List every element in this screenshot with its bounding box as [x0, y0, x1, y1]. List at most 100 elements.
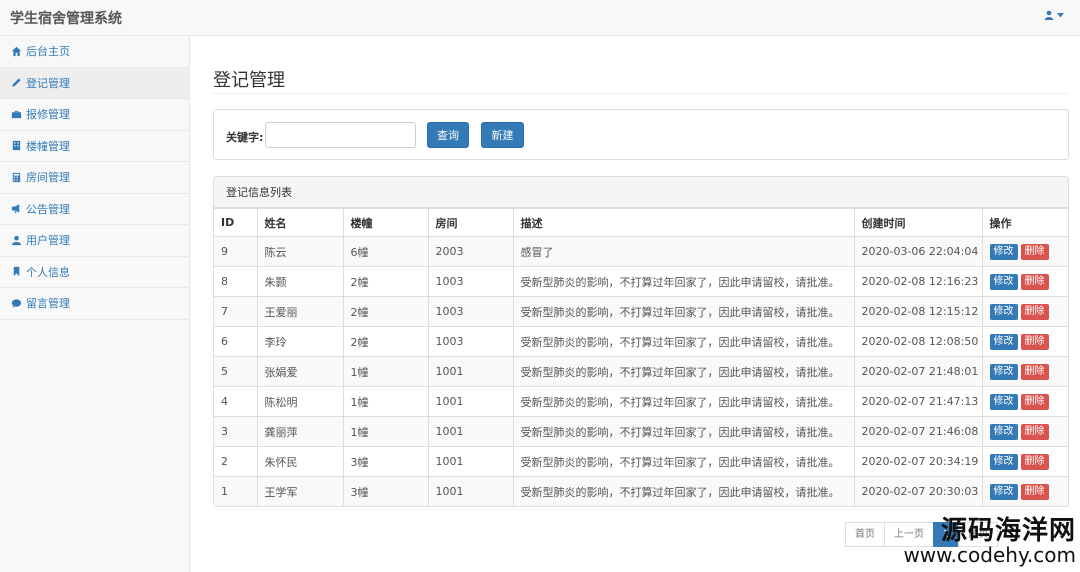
cell-id: 4: [214, 386, 258, 417]
sidebar: 后台主页 登记管理 报修管理楼幢管理房间管理公告管理用户管理个人信息留言管理: [0, 36, 190, 572]
table-row: 4 陈松明 1幢 1001 受新型肺炎的影响，不打算过年回家了，因此申请留校，请批准。 2…: [214, 386, 1068, 417]
cell-actions: 修改 删除: [981, 326, 1068, 357]
brand-title[interactable]: 学生宿舍管理系统: [10, 8, 122, 28]
top-navbar: 学生宿舍管理系统: [0, 0, 1080, 36]
sidebar-item-label: 房间管理: [26, 171, 70, 185]
cell-actions: 修改 删除: [981, 446, 1068, 477]
delete-button[interactable]: 删除: [1020, 333, 1049, 350]
delete-button[interactable]: 删除: [1020, 363, 1049, 380]
edit-button[interactable]: 修改: [989, 453, 1018, 470]
sidebar-item-2[interactable]: 登记管理: [0, 67, 189, 99]
edit-button[interactable]: 修改: [989, 363, 1018, 380]
sidebar-item-1[interactable]: 后台主页: [0, 36, 189, 68]
cell-room: 1003: [427, 266, 514, 297]
cell-created: 2020-03-06 22:04:04: [853, 236, 983, 267]
cell-created: 2020-02-07 20:30:03: [853, 476, 983, 506]
sidebar-item-5[interactable]: 房间管理: [0, 162, 189, 194]
home-icon: [10, 45, 22, 57]
delete-button[interactable]: 删除: [1020, 423, 1049, 440]
pagination: 首页 上一页 1 尾页: [845, 522, 999, 547]
building-icon: [10, 140, 22, 152]
cell-created: 2020-02-08 12:15:12: [853, 296, 983, 327]
cell-actions: 修改 删除: [981, 266, 1068, 297]
delete-button[interactable]: 删除: [1020, 393, 1049, 410]
cell-name: 陈云: [256, 236, 344, 267]
bookmark-icon: [10, 266, 22, 278]
cell-desc: 受新型肺炎的影响，不打算过年回家了，因此申请留校，请批准。: [512, 296, 855, 327]
cell-building: 3幢: [342, 446, 429, 477]
table-row: 3 龚丽萍 1幢 1001 受新型肺炎的影响，不打算过年回家了，因此申请留校，请批准。 2…: [214, 416, 1068, 447]
calculator-icon: [10, 171, 22, 183]
table-row: 7 王爱丽 2幢 1003 受新型肺炎的影响，不打算过年回家了，因此申请留校，请批准。 2…: [214, 296, 1068, 327]
cell-id: 2: [214, 446, 258, 477]
sidebar-item-label: 个人信息: [26, 265, 70, 279]
page-last[interactable]: 尾页: [958, 522, 999, 547]
cell-name: 张娟爱: [256, 356, 344, 387]
search-panel: 关键字: 查询 新建: [213, 109, 1069, 160]
page-first[interactable]: 首页: [845, 522, 885, 547]
edit-button[interactable]: 修改: [989, 303, 1018, 320]
sidebar-item-9[interactable]: 留言管理: [0, 288, 189, 320]
sidebar-item-3[interactable]: 报修管理: [0, 99, 189, 131]
query-button[interactable]: 查询: [427, 122, 469, 148]
cell-id: 5: [214, 356, 258, 387]
column-header: 创建时间: [853, 208, 983, 237]
edit-button[interactable]: 修改: [989, 273, 1018, 290]
cell-id: 9: [214, 236, 258, 267]
cell-name: 王爱丽: [256, 296, 344, 327]
column-header: 姓名: [256, 208, 344, 237]
user-menu[interactable]: [1044, 10, 1064, 20]
column-header: 操作: [981, 208, 1068, 237]
sidebar-item-6[interactable]: 公告管理: [0, 194, 189, 225]
cell-building: 1幢: [342, 416, 429, 447]
cell-room: 1001: [427, 476, 514, 506]
column-header: 描述: [512, 208, 855, 237]
edit-button[interactable]: 修改: [989, 393, 1018, 410]
cell-id: 7: [214, 296, 258, 327]
cell-room: 2003: [427, 236, 514, 267]
delete-button[interactable]: 删除: [1020, 453, 1049, 470]
delete-button[interactable]: 删除: [1020, 483, 1049, 500]
sidebar-item-7[interactable]: 用户管理: [0, 225, 189, 257]
sidebar-item-label: 公告管理: [26, 202, 70, 216]
cell-building: 1幢: [342, 386, 429, 417]
edit-button[interactable]: 修改: [989, 243, 1018, 260]
cell-room: 1001: [427, 446, 514, 477]
page-prev[interactable]: 上一页: [884, 522, 934, 547]
cell-desc: 受新型肺炎的影响，不打算过年回家了，因此申请留校，请批准。: [512, 386, 855, 417]
cell-building: 2幢: [342, 296, 429, 327]
cell-room: 1003: [427, 326, 514, 357]
cell-id: 6: [214, 326, 258, 357]
cell-actions: 修改 删除: [981, 236, 1068, 267]
cell-name: 陈松明: [256, 386, 344, 417]
cell-actions: 修改 删除: [981, 386, 1068, 417]
search-label: 关键字:: [226, 131, 264, 144]
sidebar-item-label: 楼幢管理: [26, 139, 70, 153]
sidebar-item-8[interactable]: 个人信息: [0, 257, 189, 288]
cell-desc: 受新型肺炎的影响，不打算过年回家了，因此申请留校，请批准。: [512, 326, 855, 357]
delete-button[interactable]: 删除: [1020, 243, 1049, 260]
edit-button[interactable]: 修改: [989, 423, 1018, 440]
cell-name: 朱怀民: [256, 446, 344, 477]
toolbox-icon: [10, 108, 22, 120]
edit-button[interactable]: 修改: [989, 483, 1018, 500]
cell-created: 2020-02-07 20:34:19: [853, 446, 983, 477]
edit-button[interactable]: 修改: [989, 333, 1018, 350]
cell-actions: 修改 删除: [981, 356, 1068, 387]
sidebar-item-4[interactable]: 楼幢管理: [0, 131, 189, 162]
cell-created: 2020-02-07 21:47:13: [853, 386, 983, 417]
delete-button[interactable]: 删除: [1020, 303, 1049, 320]
table-row: 1 王学军 3幢 1001 受新型肺炎的影响，不打算过年回家了，因此申请留校，请批准。 2…: [214, 476, 1068, 506]
delete-button[interactable]: 删除: [1020, 273, 1049, 290]
list-panel: 登记信息列表 ID 姓名 楼幢 房间 描述 创建时间 操作 9 陈云 6幢 2003 感冒了 2020…: [213, 176, 1069, 507]
new-button[interactable]: 新建: [481, 122, 524, 148]
cell-id: 3: [214, 416, 258, 447]
table-row: 9 陈云 6幢 2003 感冒了 2020-03-06 22:04:04 修改 删除: [214, 236, 1068, 267]
user-icon: [10, 234, 22, 246]
column-header: 房间: [427, 208, 514, 237]
cell-created: 2020-02-08 12:16:23: [853, 266, 983, 297]
keyword-input[interactable]: [265, 122, 416, 148]
cell-desc: 受新型肺炎的影响，不打算过年回家了，因此申请留校，请批准。: [512, 446, 855, 477]
page-current[interactable]: 1: [933, 522, 960, 547]
cell-actions: 修改 删除: [981, 476, 1068, 506]
